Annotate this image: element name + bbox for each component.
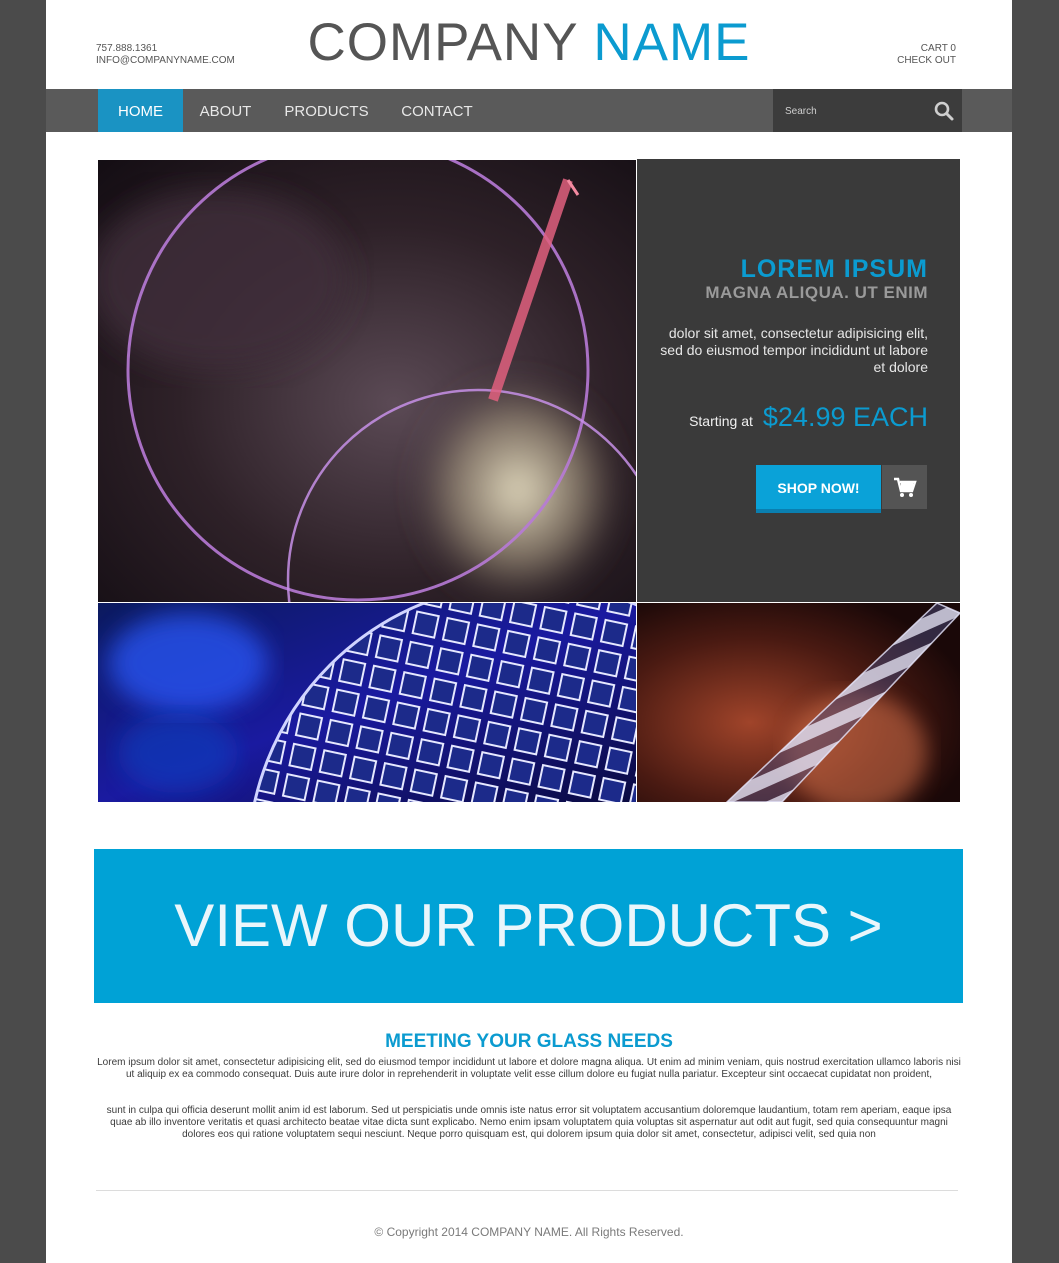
search-input[interactable] <box>783 100 927 122</box>
logo-text-name: NAME <box>593 13 751 72</box>
glass-strip-image <box>637 603 960 802</box>
logo-text-company: COMPANY <box>307 13 594 72</box>
page: 757.888.1361 INFO@COMPANYNAME.COM COMPAN… <box>46 0 1012 1263</box>
nav-contact[interactable]: CONTACT <box>391 89 483 132</box>
footer-divider <box>96 1190 958 1191</box>
search-box <box>773 89 962 132</box>
nav-products[interactable]: PRODUCTS <box>274 89 379 132</box>
hero-subtitle: MAGNA ALIQUA. UT ENIM <box>705 283 928 302</box>
checkout-link[interactable]: CHECK OUT <box>897 55 956 66</box>
banner-text: VIEW OUR PRODUCTS > <box>174 892 883 959</box>
nav-home[interactable]: HOME <box>98 89 183 132</box>
search-icon[interactable] <box>933 100 955 122</box>
nav-about[interactable]: ABOUT <box>183 89 268 132</box>
section-heading: MEETING YOUR GLASS NEEDS <box>385 1031 673 1052</box>
intro-paragraph-1: Lorem ipsum dolor sit amet, consectetur … <box>97 1057 961 1080</box>
view-products-banner[interactable]: VIEW OUR PRODUCTS > <box>94 849 963 1003</box>
price-value: $24.99 EACH <box>762 402 928 432</box>
intro-paragraph-2: sunt in culpa qui officia deserunt molli… <box>106 1105 952 1140</box>
company-logo[interactable]: COMPANY NAME <box>46 12 1012 73</box>
header-cart: CART 0 CHECK OUT <box>897 43 956 67</box>
wafer-image <box>98 603 636 802</box>
price-label: Starting at <box>689 413 753 429</box>
shop-now-button[interactable]: SHOP NOW! <box>756 465 881 513</box>
hero-description: dolor sit amet, consectetur adipisicing … <box>660 325 928 375</box>
hero-title: LOREM IPSUM <box>740 255 928 283</box>
hero-image-lens <box>98 160 636 602</box>
main-nav: HOME ABOUT PRODUCTS CONTACT <box>46 89 1012 132</box>
hero-promo-panel: LOREM IPSUM MAGNA ALIQUA. UT ENIM dolor … <box>637 159 960 602</box>
cart-link[interactable]: CART 0 <box>921 43 956 54</box>
copyright-text: © Copyright 2014 COMPANY NAME. All Right… <box>374 1225 684 1239</box>
shopping-cart-icon <box>894 477 917 497</box>
hero-price: Starting at $24.99 EACH <box>689 402 928 433</box>
add-to-cart-button[interactable] <box>882 465 927 513</box>
